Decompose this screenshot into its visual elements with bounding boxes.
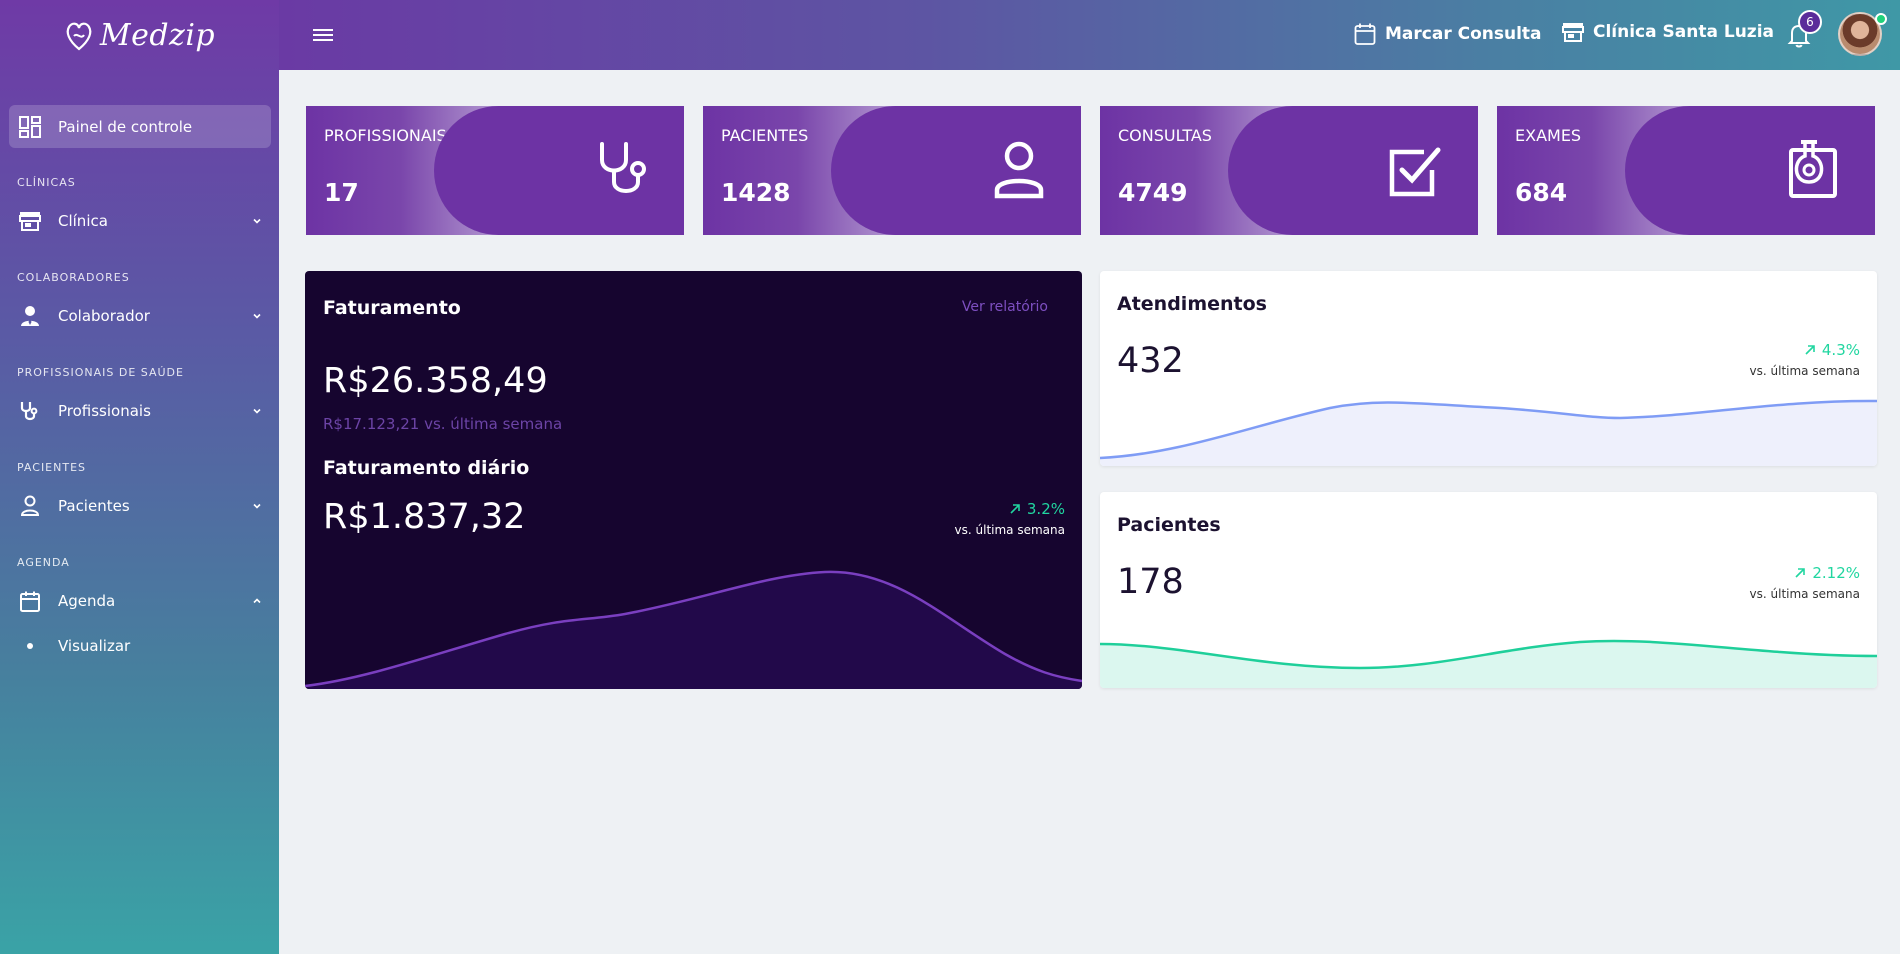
bullet-icon bbox=[27, 643, 33, 649]
trend-percent: 2.12% bbox=[1812, 564, 1860, 582]
stethoscope-icon bbox=[600, 142, 646, 193]
patients-area-chart bbox=[1100, 639, 1877, 688]
appointments-trend: 4.3% vs. última semana bbox=[1750, 341, 1860, 378]
revenue-card: Faturamento Ver relatório R$26.358,49 R$… bbox=[305, 271, 1082, 689]
sidebar: Medzip Painel de controle CLÍNICAS Clíni… bbox=[0, 0, 279, 954]
sidebar-subitem-visualizar[interactable]: Visualizar bbox=[27, 637, 130, 655]
sidebar-item-label: Pacientes bbox=[58, 497, 130, 515]
arrow-up-right-icon bbox=[1805, 345, 1815, 355]
patients-value: 178 bbox=[1117, 562, 1184, 602]
section-title-agenda: AGENDA bbox=[17, 556, 70, 569]
chevron-down-icon bbox=[253, 503, 261, 509]
trend-percent: 3.2% bbox=[1026, 500, 1065, 518]
stat-title: EXAMES bbox=[1515, 126, 1582, 145]
sidebar-item-label: Painel de controle bbox=[58, 117, 193, 136]
stat-card-consultas: CONSULTAS 4749 bbox=[1100, 106, 1478, 235]
sidebar-item-label: Agenda bbox=[58, 592, 116, 610]
chevron-up-icon bbox=[253, 598, 261, 604]
sidebar-item-label: Profissionais bbox=[58, 402, 151, 420]
sidebar-item-colaborador[interactable]: Colaborador bbox=[9, 296, 271, 336]
sidebar-item-dashboard[interactable]: Painel de controle bbox=[9, 105, 271, 148]
brand-logo[interactable]: Medzip bbox=[0, 0, 279, 70]
store-icon bbox=[1562, 23, 1584, 42]
schedule-appointment-label: Marcar Consulta bbox=[1385, 24, 1542, 44]
top-bar: Marcar Consulta Clínica Santa Luzia 6 bbox=[279, 0, 1900, 70]
notification-badge: 6 bbox=[1798, 10, 1822, 34]
patients-title: Pacientes bbox=[1117, 514, 1221, 536]
calendar-icon bbox=[1354, 23, 1376, 45]
flask-icon bbox=[1789, 140, 1837, 198]
daily-revenue-trend: 3.2% vs. última semana bbox=[955, 500, 1065, 537]
stat-title: PACIENTES bbox=[721, 126, 809, 145]
chevron-down-icon bbox=[253, 408, 261, 414]
daily-revenue-title: Faturamento diário bbox=[323, 457, 530, 479]
appointments-area-chart bbox=[1100, 399, 1877, 466]
store-icon bbox=[19, 212, 41, 231]
stat-value: 4749 bbox=[1118, 178, 1188, 207]
revenue-comparison: R$17.123,21 vs. última semana bbox=[323, 415, 563, 433]
person-icon bbox=[20, 495, 40, 516]
stat-value: 684 bbox=[1515, 178, 1568, 207]
stat-title: PROFISSIONAIS bbox=[324, 126, 447, 145]
person-icon bbox=[994, 141, 1044, 199]
arrow-up-right-icon bbox=[1010, 504, 1020, 514]
stat-card-profissionais: PROFISSIONAIS 17 bbox=[306, 106, 684, 235]
online-status-indicator bbox=[1875, 13, 1887, 25]
stat-card-exames: EXAMES 684 bbox=[1497, 106, 1875, 235]
revenue-amount: R$26.358,49 bbox=[323, 361, 548, 401]
sidebar-item-clinica[interactable]: Clínica bbox=[9, 201, 271, 241]
section-title-pacientes: PACIENTES bbox=[17, 461, 87, 474]
sidebar-item-profissionais[interactable]: Profissionais bbox=[9, 391, 271, 431]
clinic-selector[interactable]: Clínica Santa Luzia bbox=[1562, 22, 1774, 42]
sidebar-item-pacientes[interactable]: Pacientes bbox=[9, 486, 271, 526]
revenue-area-chart bbox=[305, 570, 1082, 689]
arrow-up-right-icon bbox=[1795, 568, 1806, 578]
sidebar-item-label: Clínica bbox=[58, 212, 108, 230]
appointments-title: Atendimentos bbox=[1117, 293, 1267, 315]
trend-percent: 4.3% bbox=[1821, 341, 1860, 359]
trend-caption: vs. última semana bbox=[954, 523, 1065, 537]
dashboard-icon bbox=[19, 115, 41, 138]
chevron-down-icon bbox=[253, 313, 261, 319]
view-report-link[interactable]: Ver relatório bbox=[962, 299, 1048, 315]
stat-title: CONSULTAS bbox=[1118, 126, 1212, 145]
section-title-clinicas: CLÍNICAS bbox=[17, 176, 76, 189]
sidebar-subitem-label: Visualizar bbox=[58, 637, 131, 655]
patients-card: Pacientes 178 2.12% vs. última semana bbox=[1100, 492, 1877, 688]
revenue-title: Faturamento bbox=[323, 297, 461, 319]
heart-logo-icon bbox=[66, 22, 92, 51]
appointments-value: 432 bbox=[1117, 341, 1184, 381]
daily-revenue-amount: R$1.837,32 bbox=[323, 497, 526, 537]
section-title-colaboradores: COLABORADORES bbox=[17, 271, 130, 284]
stethoscope-icon bbox=[20, 402, 38, 421]
menu-icon[interactable] bbox=[312, 25, 334, 45]
sidebar-item-label: Colaborador bbox=[58, 307, 150, 325]
trend-caption: vs. última semana bbox=[1749, 364, 1860, 378]
brand-name: Medzip bbox=[99, 17, 216, 53]
clinic-name: Clínica Santa Luzia bbox=[1593, 22, 1774, 42]
person-tie-icon bbox=[21, 306, 39, 326]
trend-caption: vs. última semana bbox=[1749, 587, 1860, 601]
stat-value: 17 bbox=[324, 178, 359, 207]
schedule-appointment-button[interactable]: Marcar Consulta bbox=[1354, 22, 1542, 46]
sidebar-item-agenda[interactable]: Agenda bbox=[9, 581, 271, 621]
chevron-down-icon bbox=[253, 218, 261, 224]
checkbox-icon bbox=[1389, 147, 1441, 197]
calendar-icon bbox=[20, 591, 40, 612]
patients-trend: 2.12% vs. última semana bbox=[1750, 564, 1860, 601]
stat-card-pacientes: PACIENTES 1428 bbox=[703, 106, 1081, 235]
stat-value: 1428 bbox=[721, 178, 791, 207]
appointments-card: Atendimentos 432 4.3% vs. última semana bbox=[1100, 271, 1877, 466]
section-title-profissionais: PROFISSIONAIS DE SAÚDE bbox=[17, 366, 184, 379]
